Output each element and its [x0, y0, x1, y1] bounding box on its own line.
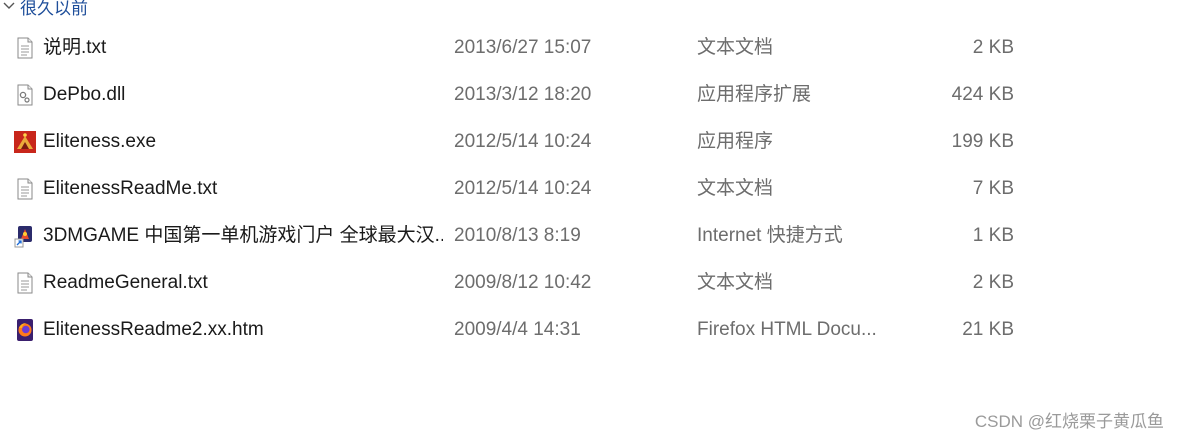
file-list: 说明.txt 2013/6/27 15:07 文本文档 2 KB DePbo.d… [0, 24, 1180, 353]
file-type: 文本文档 [697, 37, 774, 58]
file-type: 应用程序扩展 [697, 84, 812, 105]
file-explorer-view: 很久以前 说明.txt 2013/6/27 15:07 文本文档 2 KB De… [0, 0, 1180, 442]
file-name: 说明.txt [43, 37, 107, 58]
file-row[interactable]: ElitenessReadme2.xx.htm 2009/4/4 14:31 F… [0, 306, 1030, 353]
file-name: ReadmeGeneral.txt [43, 272, 208, 293]
file-name: ElitenessReadme2.xx.htm [43, 319, 264, 340]
file-name: DePbo.dll [43, 84, 126, 105]
file-row[interactable]: Eliteness.exe 2012/5/14 10:24 应用程序 199 K… [0, 118, 1030, 165]
group-header[interactable]: 很久以前 [0, 0, 88, 18]
text-file-icon [13, 271, 37, 295]
file-row[interactable]: DePbo.dll 2013/3/12 18:20 应用程序扩展 424 KB [0, 71, 1030, 118]
file-type: 文本文档 [697, 178, 774, 199]
file-date: 2013/3/12 18:20 [454, 84, 592, 105]
chevron-down-icon[interactable] [2, 0, 16, 13]
file-name: Eliteness.exe [43, 131, 157, 152]
file-date: 2009/4/4 14:31 [454, 319, 581, 340]
file-row[interactable]: 说明.txt 2013/6/27 15:07 文本文档 2 KB [0, 24, 1030, 71]
firefox-html-icon [13, 318, 37, 342]
file-size: 2 KB [972, 272, 1014, 293]
file-type: Internet 快捷方式 [697, 225, 843, 246]
file-row[interactable]: ReadmeGeneral.txt 2009/8/12 10:42 文本文档 2… [0, 259, 1030, 306]
file-name: ElitenessReadMe.txt [43, 178, 218, 199]
file-size: 2 KB [972, 37, 1014, 58]
file-date: 2010/8/13 8:19 [454, 225, 581, 246]
file-date: 2012/5/14 10:24 [454, 178, 592, 199]
file-date: 2012/5/14 10:24 [454, 131, 592, 152]
exe-app-icon [13, 130, 37, 154]
file-size: 1 KB [972, 225, 1014, 246]
file-size: 21 KB [962, 319, 1014, 340]
internet-shortcut-icon [13, 224, 37, 248]
file-name: 3DMGAME 中国第一单机游戏门户 全球最大汉... [43, 225, 443, 246]
file-type: 文本文档 [697, 272, 774, 293]
file-size: 7 KB [972, 178, 1014, 199]
file-type: Firefox HTML Docu... [697, 319, 877, 340]
text-file-icon [13, 36, 37, 60]
file-type: 应用程序 [697, 131, 774, 152]
file-size: 424 KB [951, 84, 1014, 105]
dll-file-icon [13, 83, 37, 107]
file-date: 2013/6/27 15:07 [454, 37, 592, 58]
file-date: 2009/8/12 10:42 [454, 272, 592, 293]
watermark: CSDN @红烧栗子黄瓜鱼 [974, 412, 1164, 431]
group-header-label: 很久以前 [20, 0, 88, 18]
file-size: 199 KB [951, 131, 1014, 152]
text-file-icon [13, 177, 37, 201]
file-row[interactable]: 3DMGAME 中国第一单机游戏门户 全球最大汉... 2010/8/13 8:… [0, 212, 1030, 259]
file-row[interactable]: ElitenessReadMe.txt 2012/5/14 10:24 文本文档… [0, 165, 1030, 212]
